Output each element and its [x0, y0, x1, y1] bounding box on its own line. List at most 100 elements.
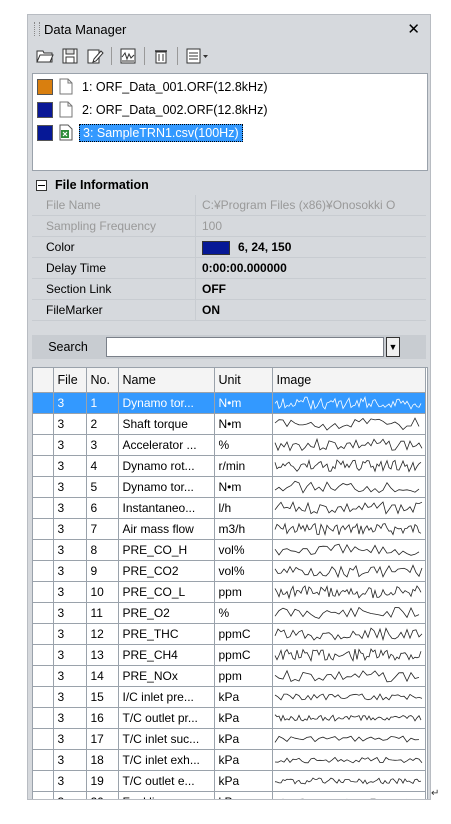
table-row[interactable]: 3 13 PRE_CH4 ppmC	[33, 644, 426, 666]
cell-name: T/C outlet pr...	[118, 707, 215, 729]
open-folder-icon[interactable]	[34, 46, 56, 66]
table-row[interactable]: 3 14 PRE_NOx ppm	[33, 665, 426, 687]
file-item[interactable]: 1: ORF_Data_001.ORF(12.8kHz)	[33, 76, 427, 97]
row-marker[interactable]	[33, 686, 54, 708]
table-row[interactable]: 3 19 T/C outlet e... kPa	[33, 770, 426, 792]
file-item-label: 3: SampleTRN1.csv(100Hz)	[79, 123, 243, 142]
property-value[interactable]: ON	[196, 300, 426, 320]
table-row[interactable]: 3 15 I/C inlet pre... kPa	[33, 686, 426, 708]
file-color-swatch[interactable]	[37, 124, 53, 141]
waveform-thumbnail	[274, 501, 422, 515]
column-header-file[interactable]: File	[53, 368, 87, 393]
file-item[interactable]: 2: ORF_Data_002.ORF(12.8kHz)	[33, 99, 427, 120]
file-info-header[interactable]: File Information	[32, 175, 426, 195]
table-row[interactable]: 3 10 PRE_CO_L ppm	[33, 581, 426, 603]
row-marker[interactable]	[33, 497, 54, 519]
property-row[interactable]: FileMarker ON	[32, 300, 426, 321]
panel-titlebar[interactable]: Data Manager ✕	[28, 15, 430, 43]
cell-file: 3	[53, 770, 87, 792]
row-marker[interactable]	[33, 581, 54, 603]
row-marker[interactable]	[33, 791, 54, 799]
table-row[interactable]: 3 11 PRE_O2%	[33, 602, 426, 624]
table-row[interactable]: 3 1 Dynamo tor... N•m	[33, 392, 426, 414]
property-row[interactable]: Sampling Frequency 100	[32, 216, 426, 237]
column-header-name[interactable]: Name	[118, 368, 215, 393]
table-row[interactable]: 3 18 T/C inlet exh... kPa	[33, 749, 426, 771]
search-input[interactable]	[106, 337, 384, 357]
document-icon	[59, 78, 73, 95]
property-value[interactable]: C:¥Program Files (x86)¥Onosokki O	[196, 195, 426, 215]
file-info-properties: File Name C:¥Program Files (x86)¥Onosokki…	[32, 195, 426, 321]
save-icon[interactable]	[59, 46, 81, 66]
property-row[interactable]: File Name C:¥Program Files (x86)¥Onosokki…	[32, 195, 426, 216]
table-row[interactable]: 3 7 Air mass flow m3/h	[33, 518, 426, 540]
row-marker[interactable]	[33, 434, 54, 456]
property-row[interactable]: Color 6, 24, 150	[32, 237, 426, 258]
table-row[interactable]: 3 2 Shaft torque N•m	[33, 413, 426, 435]
property-row[interactable]: Section Link OFF	[32, 279, 426, 300]
file-color-swatch[interactable]	[37, 101, 53, 118]
cell-name: T/C outlet e...	[118, 770, 215, 792]
table-row[interactable]: 3 4 Dynamo rot... r/min	[33, 455, 426, 477]
search-dropdown-icon[interactable]: ▼	[386, 337, 400, 357]
property-value[interactable]: 0:00:00.000000	[196, 258, 426, 278]
table-row[interactable]: 3 5 Dynamo tor... N•m	[33, 476, 426, 498]
table-row[interactable]: 3 3 Accelerator ...%	[33, 434, 426, 456]
collapse-icon[interactable]	[36, 179, 47, 191]
column-header-no[interactable]: No.	[86, 368, 119, 393]
table-row[interactable]: 3 17 T/C inlet suc... kPa	[33, 728, 426, 750]
file-item-label: 2: ORF_Data_002.ORF(12.8kHz)	[82, 102, 268, 117]
row-marker[interactable]	[33, 392, 54, 414]
property-value[interactable]: 6, 24, 150	[196, 237, 426, 257]
row-marker[interactable]	[33, 476, 54, 498]
row-marker[interactable]	[33, 602, 54, 624]
cell-no: 1	[86, 392, 119, 414]
cell-file: 3	[53, 686, 87, 708]
edit-icon[interactable]	[84, 46, 106, 66]
list-menu-icon[interactable]	[183, 46, 213, 66]
waveform-thumbnail	[274, 458, 421, 473]
property-value[interactable]: 100	[196, 216, 426, 236]
cell-name: PRE_CO_H	[118, 539, 215, 561]
cell-image	[272, 392, 426, 414]
cell-unit: kPa	[214, 770, 273, 792]
property-row[interactable]: Delay Time 0:00:00.000000	[32, 258, 426, 279]
waveform-thumbnail	[274, 693, 422, 701]
row-marker[interactable]	[33, 770, 54, 792]
row-marker[interactable]	[33, 560, 54, 582]
row-marker[interactable]	[33, 707, 54, 729]
cell-unit: kPa	[214, 728, 273, 750]
cell-file: 3	[53, 413, 87, 435]
table-row[interactable]: 3 8 PRE_CO_H vol%	[33, 539, 426, 561]
cell-unit: ppmC	[214, 623, 273, 645]
row-marker[interactable]	[33, 728, 54, 750]
property-value[interactable]: OFF	[196, 279, 426, 299]
column-header-image[interactable]: Image	[272, 368, 426, 393]
color-swatch[interactable]	[202, 240, 230, 255]
row-marker[interactable]	[33, 644, 54, 666]
file-color-swatch[interactable]	[37, 78, 53, 95]
table-row[interactable]: 320Fuel line pre...kPa	[33, 791, 426, 799]
cell-name: PRE_NOx	[118, 665, 215, 687]
row-marker[interactable]	[33, 749, 54, 771]
table-row[interactable]: 3 16 T/C outlet pr... kPa	[33, 707, 426, 729]
row-marker[interactable]	[33, 539, 54, 561]
property-key: File Name	[32, 195, 196, 215]
table-row[interactable]: 3 12 PRE_THC ppmC	[33, 623, 426, 645]
row-marker[interactable]	[33, 665, 54, 687]
row-marker[interactable]	[33, 518, 54, 540]
csv-file-icon	[59, 124, 73, 141]
table-row[interactable]: 3 6 Instantaneo... l/h	[33, 497, 426, 519]
file-item[interactable]: 3: SampleTRN1.csv(100Hz)	[33, 122, 427, 143]
waveform-icon[interactable]	[117, 46, 139, 66]
waveform-thumbnail	[274, 417, 419, 431]
drag-grip-icon[interactable]	[34, 22, 40, 36]
close-icon[interactable]: ✕	[407, 20, 420, 38]
column-header-unit[interactable]: Unit	[214, 368, 273, 393]
delete-icon[interactable]	[150, 46, 172, 66]
row-marker[interactable]	[33, 455, 54, 477]
table-row[interactable]: 3 9 PRE_CO2 vol%	[33, 560, 426, 582]
row-marker[interactable]	[33, 413, 54, 435]
cell-no: 8	[86, 539, 119, 561]
row-marker[interactable]	[33, 623, 54, 645]
